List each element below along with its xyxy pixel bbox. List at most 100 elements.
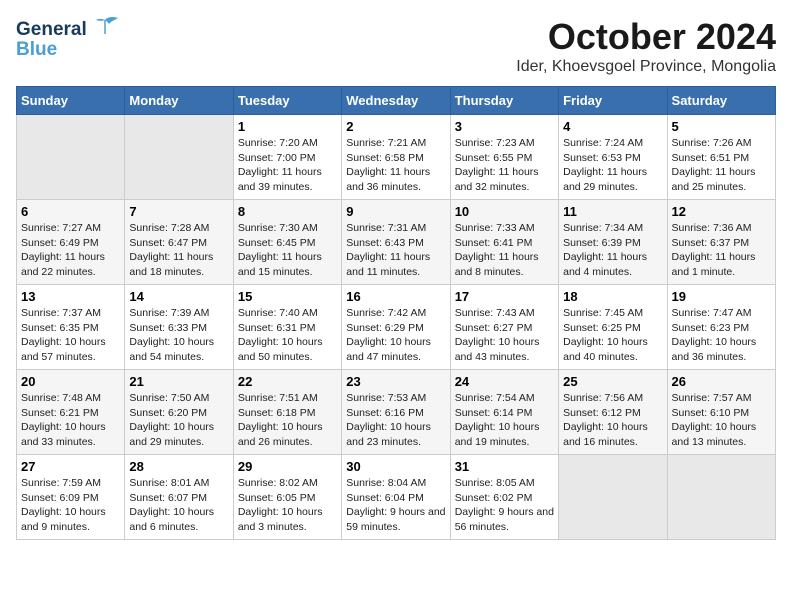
day-number: 26 [672, 374, 771, 389]
day-info: Sunrise: 7:26 AMSunset: 6:51 PMDaylight:… [672, 136, 771, 195]
calendar-cell: 29 Sunrise: 8:02 AMSunset: 6:05 PMDayligh… [233, 455, 341, 540]
day-info: Sunrise: 8:04 AMSunset: 6:04 PMDaylight:… [346, 476, 445, 535]
page-header: General Blue October 2024 Ider, Khoevsgo… [16, 16, 776, 76]
day-info: Sunrise: 7:39 AMSunset: 6:33 PMDaylight:… [129, 306, 228, 365]
day-info: Sunrise: 8:01 AMSunset: 6:07 PMDaylight:… [129, 476, 228, 535]
day-number: 29 [238, 459, 337, 474]
weekday-header-thursday: Thursday [450, 87, 558, 115]
weekday-header-tuesday: Tuesday [233, 87, 341, 115]
day-number: 10 [455, 204, 554, 219]
day-number: 2 [346, 119, 445, 134]
day-number: 3 [455, 119, 554, 134]
day-info: Sunrise: 8:05 AMSunset: 6:02 PMDaylight:… [455, 476, 554, 535]
day-number: 13 [21, 289, 120, 304]
day-number: 9 [346, 204, 445, 219]
day-number: 18 [563, 289, 662, 304]
calendar-table: SundayMondayTuesdayWednesdayThursdayFrid… [16, 86, 776, 540]
day-info: Sunrise: 7:50 AMSunset: 6:20 PMDaylight:… [129, 391, 228, 450]
calendar-cell: 23 Sunrise: 7:53 AMSunset: 6:16 PMDayligh… [342, 370, 450, 455]
day-number: 27 [21, 459, 120, 474]
calendar-cell: 31 Sunrise: 8:05 AMSunset: 6:02 PMDayligh… [450, 455, 558, 540]
day-info: Sunrise: 7:45 AMSunset: 6:25 PMDaylight:… [563, 306, 662, 365]
calendar-cell: 5 Sunrise: 7:26 AMSunset: 6:51 PMDaylight… [667, 115, 775, 200]
day-info: Sunrise: 7:21 AMSunset: 6:58 PMDaylight:… [346, 136, 445, 195]
calendar-week-5: 27 Sunrise: 7:59 AMSunset: 6:09 PMDayligh… [17, 455, 776, 540]
logo-general: General [16, 19, 87, 41]
day-number: 7 [129, 204, 228, 219]
calendar-cell: 3Sunrise: 7:23 AMSunset: 6:55 PMDaylight… [450, 115, 558, 200]
day-number: 30 [346, 459, 445, 474]
day-number: 31 [455, 459, 554, 474]
day-number: 17 [455, 289, 554, 304]
calendar-cell: 14 Sunrise: 7:39 AMSunset: 6:33 PMDayligh… [125, 285, 233, 370]
day-number: 12 [672, 204, 771, 219]
location-title: Ider, Khoevsgoel Province, Mongolia [516, 58, 776, 76]
day-info: Sunrise: 7:48 AMSunset: 6:21 PMDaylight:… [21, 391, 120, 450]
calendar-cell: 16Sunrise: 7:42 AMSunset: 6:29 PMDayligh… [342, 285, 450, 370]
month-title: October 2024 [516, 16, 776, 58]
day-info: Sunrise: 7:51 AMSunset: 6:18 PMDaylight:… [238, 391, 337, 450]
day-number: 25 [563, 374, 662, 389]
weekday-header-wednesday: Wednesday [342, 87, 450, 115]
calendar-cell: 8Sunrise: 7:30 AMSunset: 6:45 PMDaylight… [233, 200, 341, 285]
day-info: Sunrise: 7:56 AMSunset: 6:12 PMDaylight:… [563, 391, 662, 450]
weekday-header-friday: Friday [559, 87, 667, 115]
calendar-cell: 25 Sunrise: 7:56 AMSunset: 6:12 PMDayligh… [559, 370, 667, 455]
calendar-cell: 6 Sunrise: 7:27 AMSunset: 6:49 PMDaylight… [17, 200, 125, 285]
weekday-header-monday: Monday [125, 87, 233, 115]
day-info: Sunrise: 7:30 AMSunset: 6:45 PMDaylight:… [238, 221, 337, 280]
calendar-cell: 1Sunrise: 7:20 AMSunset: 7:00 PMDaylight… [233, 115, 341, 200]
calendar-cell: 26 Sunrise: 7:57 AMSunset: 6:10 PMDayligh… [667, 370, 775, 455]
calendar-cell: 9 Sunrise: 7:31 AMSunset: 6:43 PMDaylight… [342, 200, 450, 285]
day-number: 24 [455, 374, 554, 389]
day-info: Sunrise: 7:53 AMSunset: 6:16 PMDaylight:… [346, 391, 445, 450]
day-info: Sunrise: 7:36 AMSunset: 6:37 PMDaylight:… [672, 221, 771, 280]
day-number: 16 [346, 289, 445, 304]
calendar-cell: 17Sunrise: 7:43 AMSunset: 6:27 PMDayligh… [450, 285, 558, 370]
day-info: Sunrise: 7:57 AMSunset: 6:10 PMDaylight:… [672, 391, 771, 450]
day-info: Sunrise: 7:59 AMSunset: 6:09 PMDaylight:… [21, 476, 120, 535]
calendar-cell [125, 115, 233, 200]
calendar-cell: 11Sunrise: 7:34 AMSunset: 6:39 PMDayligh… [559, 200, 667, 285]
day-number: 19 [672, 289, 771, 304]
weekday-header-saturday: Saturday [667, 87, 775, 115]
day-number: 14 [129, 289, 228, 304]
day-info: Sunrise: 7:20 AMSunset: 7:00 PMDaylight:… [238, 136, 337, 195]
weekday-header-row: SundayMondayTuesdayWednesdayThursdayFrid… [17, 87, 776, 115]
day-number: 28 [129, 459, 228, 474]
logo-blue: Blue [16, 39, 57, 61]
calendar-cell: 2 Sunrise: 7:21 AMSunset: 6:58 PMDaylight… [342, 115, 450, 200]
calendar-cell: 20Sunrise: 7:48 AMSunset: 6:21 PMDayligh… [17, 370, 125, 455]
day-number: 5 [672, 119, 771, 134]
day-number: 15 [238, 289, 337, 304]
calendar-week-3: 13Sunrise: 7:37 AMSunset: 6:35 PMDayligh… [17, 285, 776, 370]
logo-bird-icon [91, 16, 119, 38]
day-number: 4 [563, 119, 662, 134]
calendar-cell: 12 Sunrise: 7:36 AMSunset: 6:37 PMDayligh… [667, 200, 775, 285]
day-number: 22 [238, 374, 337, 389]
calendar-cell: 18 Sunrise: 7:45 AMSunset: 6:25 PMDayligh… [559, 285, 667, 370]
calendar-week-4: 20Sunrise: 7:48 AMSunset: 6:21 PMDayligh… [17, 370, 776, 455]
day-info: Sunrise: 7:24 AMSunset: 6:53 PMDaylight:… [563, 136, 662, 195]
day-info: Sunrise: 8:02 AMSunset: 6:05 PMDaylight:… [238, 476, 337, 535]
calendar-cell [667, 455, 775, 540]
calendar-cell: 27 Sunrise: 7:59 AMSunset: 6:09 PMDayligh… [17, 455, 125, 540]
day-number: 6 [21, 204, 120, 219]
calendar-cell: 10 Sunrise: 7:33 AMSunset: 6:41 PMDayligh… [450, 200, 558, 285]
day-number: 21 [129, 374, 228, 389]
day-info: Sunrise: 7:33 AMSunset: 6:41 PMDaylight:… [455, 221, 554, 280]
day-number: 23 [346, 374, 445, 389]
logo: General Blue [16, 16, 119, 61]
day-info: Sunrise: 7:28 AMSunset: 6:47 PMDaylight:… [129, 221, 228, 280]
calendar-cell: 21 Sunrise: 7:50 AMSunset: 6:20 PMDayligh… [125, 370, 233, 455]
day-info: Sunrise: 7:40 AMSunset: 6:31 PMDaylight:… [238, 306, 337, 365]
day-info: Sunrise: 7:27 AMSunset: 6:49 PMDaylight:… [21, 221, 120, 280]
day-number: 11 [563, 204, 662, 219]
calendar-cell [17, 115, 125, 200]
calendar-week-1: 1Sunrise: 7:20 AMSunset: 7:00 PMDaylight… [17, 115, 776, 200]
calendar-cell: 4 Sunrise: 7:24 AMSunset: 6:53 PMDaylight… [559, 115, 667, 200]
calendar-cell: 22 Sunrise: 7:51 AMSunset: 6:18 PMDayligh… [233, 370, 341, 455]
weekday-header-sunday: Sunday [17, 87, 125, 115]
calendar-cell: 30 Sunrise: 8:04 AMSunset: 6:04 PMDayligh… [342, 455, 450, 540]
day-info: Sunrise: 7:31 AMSunset: 6:43 PMDaylight:… [346, 221, 445, 280]
